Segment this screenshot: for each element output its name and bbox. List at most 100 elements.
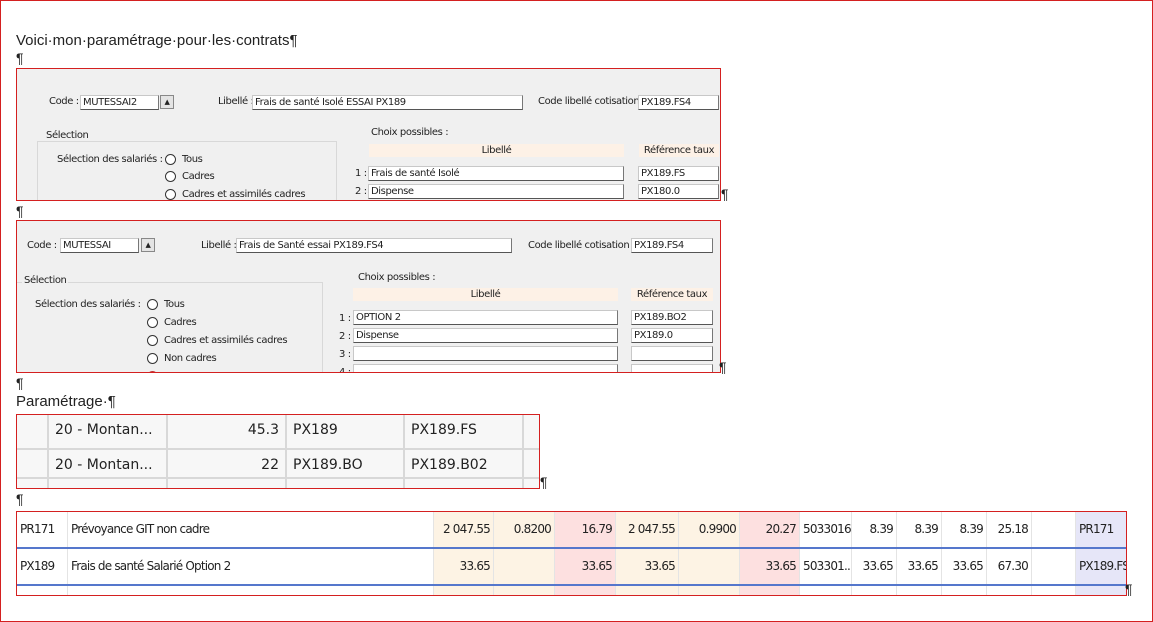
choice-ref-input[interactable]: [631, 346, 713, 361]
table-row[interactable]: [17, 479, 539, 488]
table-cell[interactable]: [494, 549, 555, 584]
table-cell[interactable]: [555, 586, 616, 595]
table-cell[interactable]: PX189.BO: [287, 450, 405, 479]
table-cell[interactable]: [17, 450, 49, 479]
libelle-label: Libellé :: [218, 96, 254, 107]
table-cell[interactable]: [287, 479, 405, 488]
table-cell[interactable]: 0.8200: [494, 512, 555, 547]
table-row[interactable]: PX189 Frais de santé Salarié Option 2 33.6…: [17, 548, 1126, 585]
table-cell[interactable]: [679, 549, 740, 584]
table-cell[interactable]: 2 047.55: [616, 512, 679, 547]
table-cell[interactable]: 20 - Montan...: [49, 415, 168, 450]
table-cell[interactable]: PR171: [17, 512, 68, 547]
code-input[interactable]: MUTESSAI2: [80, 95, 159, 110]
table-cell[interactable]: PX189: [17, 548, 69, 585]
table-cell[interactable]: [852, 586, 897, 595]
pilcrow: ¶: [16, 50, 24, 66]
table-cell[interactable]: 16.79: [555, 512, 616, 547]
table-cell[interactable]: [524, 479, 539, 488]
choice-libelle-input[interactable]: [353, 364, 618, 372]
table-cell[interactable]: [942, 586, 987, 595]
table-cell[interactable]: PR171: [1076, 512, 1126, 547]
table-cell[interactable]: 33.65: [942, 549, 987, 584]
table-cell[interactable]: Frais de santé Salarié Option 2: [68, 549, 434, 584]
table-cell[interactable]: [524, 450, 539, 479]
cotisation-input[interactable]: PX189.FS4: [638, 95, 719, 110]
choice-ref-input[interactable]: PX189.0: [631, 328, 713, 343]
col-header-libelle: Libellé: [369, 144, 624, 157]
table-row[interactable]: 20 - Montan... 22 PX189.BO PX189.B02: [17, 450, 539, 479]
table-cell[interactable]: PX189.B02: [405, 450, 524, 479]
table-cell[interactable]: 33.65: [616, 549, 679, 584]
choice-libelle-input[interactable]: [353, 346, 618, 361]
table-cell[interactable]: [17, 586, 68, 595]
cotisation-input[interactable]: PX189.FS4: [631, 238, 713, 253]
radio-cadres-assimiles[interactable]: [147, 335, 158, 346]
code-input[interactable]: MUTESSAI: [60, 238, 139, 253]
choice-libelle-input[interactable]: Frais de santé Isolé: [368, 166, 624, 181]
table-cell[interactable]: [49, 479, 168, 488]
table-cell[interactable]: [1032, 549, 1076, 584]
table-cell[interactable]: 22: [168, 450, 287, 479]
table-cell[interactable]: [740, 586, 800, 595]
table-cell[interactable]: [800, 586, 852, 595]
radio-tous[interactable]: [165, 154, 176, 165]
table-cell[interactable]: 33.65: [740, 549, 800, 584]
code-dropdown-button[interactable]: ▲: [141, 238, 155, 252]
table-cell[interactable]: [68, 586, 434, 595]
choice-ref-input[interactable]: PX189.BO2: [631, 310, 713, 325]
table-cell[interactable]: 503301...: [800, 549, 852, 584]
table-cell[interactable]: [168, 479, 287, 488]
table-cell[interactable]: Prévoyance GIT non cadre: [68, 512, 434, 547]
table-cell[interactable]: [1032, 586, 1076, 595]
table-cell[interactable]: [405, 479, 524, 488]
choice-libelle-input[interactable]: Dispense: [353, 328, 618, 343]
table-cell[interactable]: 25.18: [987, 512, 1032, 547]
table-cell[interactable]: [1076, 586, 1126, 595]
radio-non-cadres[interactable]: [147, 353, 158, 364]
table-cell[interactable]: 0.9900: [679, 512, 740, 547]
choice-ref-input[interactable]: PX189.FS: [638, 166, 719, 181]
table-cell[interactable]: PX189: [287, 415, 405, 450]
table-cell[interactable]: 2 047.55: [434, 512, 494, 547]
table-cell[interactable]: 33.65: [555, 549, 616, 584]
table-cell[interactable]: 5033016: [800, 512, 852, 547]
table-cell[interactable]: [616, 586, 679, 595]
table-row[interactable]: [17, 586, 1126, 595]
table-cell[interactable]: 8.39: [942, 512, 987, 547]
choice-ref-input[interactable]: [631, 364, 713, 372]
choice-ref-input[interactable]: PX180.0: [638, 184, 719, 199]
libelle-input[interactable]: Frais de santé Isolé ESSAI PX189: [252, 95, 523, 110]
code-dropdown-button[interactable]: ▲: [160, 95, 174, 109]
table-cell[interactable]: [1032, 512, 1076, 547]
radio-cadres-assimiles[interactable]: [165, 189, 176, 200]
table-cell[interactable]: PX189.FS: [405, 415, 524, 450]
table-cell[interactable]: 8.39: [897, 512, 942, 547]
table-row[interactable]: PR171 Prévoyance GIT non cadre 2 047.55 0.8…: [17, 512, 1126, 547]
table-cell[interactable]: 33.65: [897, 549, 942, 584]
table-cell[interactable]: [17, 479, 49, 488]
table-cell[interactable]: 33.65: [852, 549, 897, 584]
table-cell[interactable]: 67.30: [987, 549, 1032, 584]
table-cell[interactable]: [679, 586, 740, 595]
table-cell[interactable]: 20.27: [740, 512, 800, 547]
choice-libelle-input[interactable]: OPTION 2: [353, 310, 618, 325]
table-cell[interactable]: [434, 586, 494, 595]
table-cell[interactable]: [524, 415, 539, 450]
radio-label: Tous: [182, 154, 203, 165]
table-row[interactable]: 20 - Montan... 45.3 PX189 PX189.FS: [17, 415, 539, 450]
table-cell[interactable]: PX189.FS4: [1076, 549, 1126, 584]
table-cell[interactable]: [17, 415, 49, 450]
table-cell[interactable]: [987, 586, 1032, 595]
table-cell[interactable]: 20 - Montan...: [49, 450, 168, 479]
table-cell[interactable]: 45.3: [168, 415, 287, 450]
radio-tous[interactable]: [147, 299, 158, 310]
libelle-input[interactable]: Frais de Santé essai PX189.FS4: [236, 238, 512, 253]
table-cell[interactable]: [494, 586, 555, 595]
table-cell[interactable]: 33.65: [434, 549, 494, 584]
radio-cadres[interactable]: [147, 317, 158, 328]
table-cell[interactable]: [897, 586, 942, 595]
table-cell[interactable]: 8.39: [852, 512, 897, 547]
choice-libelle-input[interactable]: Dispense: [368, 184, 624, 199]
radio-cadres[interactable]: [165, 171, 176, 182]
